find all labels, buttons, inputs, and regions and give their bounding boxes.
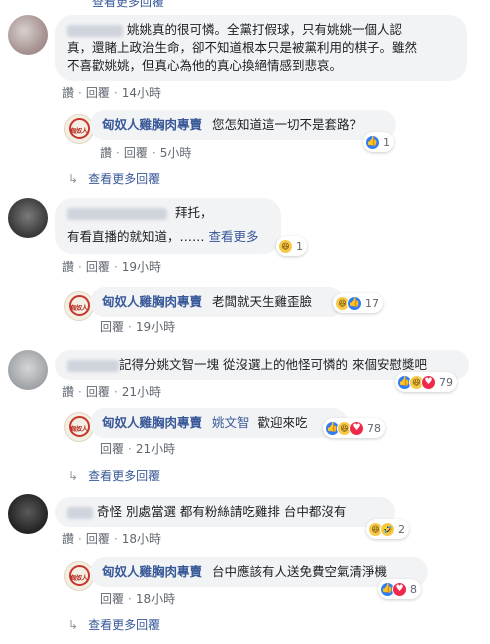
reaction-summary[interactable]: 😆 👍 17	[333, 293, 383, 313]
reaction-count: 78	[367, 421, 381, 435]
replier-name[interactable]: 匈奴人雞胸肉專賣	[102, 415, 202, 430]
love-reaction-icon: ♥	[421, 374, 436, 390]
reply-link[interactable]: 回覆	[86, 84, 110, 101]
page-avatar-logo[interactable]: 匈奴人	[64, 412, 94, 442]
timestamp[interactable]: 14小時	[122, 84, 161, 101]
avatar[interactable]	[8, 350, 48, 390]
logo-text: 匈奴人	[70, 575, 88, 582]
page-avatar-logo[interactable]: 匈奴人	[64, 291, 94, 321]
reply-link[interactable]: 回覆	[86, 383, 110, 400]
comment-actions: 讚 · 回覆 · 21小時	[62, 383, 161, 400]
reply-link[interactable]: 回覆	[100, 318, 124, 335]
timestamp[interactable]: 21小時	[122, 383, 161, 400]
reaction-summary[interactable]: 👍 😆 ♥ 78	[323, 418, 385, 438]
avatar[interactable]	[8, 198, 48, 238]
like-reaction-icon: 👍	[347, 295, 362, 311]
reply-link[interactable]: 回覆	[100, 590, 124, 607]
comment-line: 真，還賭上政治生命，卻不知道根本只是被黨利用的棋子。雖然	[67, 40, 418, 55]
reply-link[interactable]: 回覆	[86, 258, 110, 275]
blurred-commenter-name[interactable]	[67, 506, 93, 519]
reply-text: 台中應該有人送免費空氣清淨機	[212, 564, 388, 579]
replier-name[interactable]: 匈奴人雞胸肉專賣	[102, 294, 202, 309]
reaction-count: 1	[296, 239, 303, 253]
replier-name[interactable]: 匈奴人雞胸肉專賣	[102, 117, 202, 132]
reply-link[interactable]: 回覆	[100, 440, 124, 457]
like-link[interactable]: 讚	[62, 258, 74, 275]
reply-bubble: 匈奴人雞胸肉專賣 您怎知道這一切不是套路？	[90, 110, 396, 140]
reaction-summary[interactable]: 😆 🤣 2	[366, 519, 409, 539]
reaction-summary[interactable]: 😆 1	[276, 236, 307, 256]
see-more-replies-top[interactable]: 查看更多回覆	[92, 0, 164, 10]
reply-link[interactable]: 回覆	[86, 530, 110, 547]
page-avatar-logo[interactable]: 匈奴人	[64, 561, 94, 591]
like-link[interactable]: 讚	[62, 84, 74, 101]
reply-arrow-icon: ↳	[68, 618, 79, 632]
mention-link[interactable]: 姚文智	[212, 415, 250, 430]
reaction-count: 2	[398, 522, 405, 536]
reply-bubble: 匈奴人雞胸肉專賣 老闆就天生雞歪臉	[90, 287, 344, 317]
reply-bubble: 匈奴人雞胸肉專賣 姚文智 歡迎來吃	[90, 408, 348, 438]
comment-actions: 讚 · 回覆 · 18小時	[62, 530, 161, 547]
logo-text: 匈奴人	[70, 305, 88, 312]
replier-name[interactable]: 匈奴人雞胸肉專賣	[102, 564, 202, 579]
reaction-count: 17	[365, 296, 379, 310]
see-more-replies[interactable]: ↳ 查看更多回覆	[68, 467, 160, 484]
like-link[interactable]: 讚	[62, 383, 74, 400]
timestamp[interactable]: 5小時	[160, 144, 192, 161]
comment-bubble: 姚姚真的很可憐。全黨打假球，只有姚姚一個人認 真，還賭上政治生命，卻不知道根本只…	[55, 15, 467, 81]
comment-line: 姚姚真的很可憐。全黨打假球，只有姚姚一個人認	[67, 21, 455, 39]
reaction-summary[interactable]: 👍 😆 ♥ 79	[395, 372, 457, 392]
reply-text: 歡迎來吃	[257, 415, 308, 430]
comment-bubble: 奇怪 別處當選 都有粉絲請吃雞排 台中都沒有	[55, 497, 395, 527]
reply-actions: 回覆 · 19小時	[100, 318, 176, 335]
reaction-summary[interactable]: 👍 ♥ 8	[378, 579, 421, 599]
like-link[interactable]: 讚	[100, 144, 112, 161]
reply-arrow-icon: ↳	[68, 469, 79, 483]
reaction-count: 1	[383, 135, 390, 149]
comment-line: 不喜歡姚姚，但真心為他的真心換絕情感到悲哀。	[67, 58, 343, 73]
comment-line: 有看直播的就知道，…… 查看更多	[67, 229, 259, 244]
blurred-commenter-name[interactable]	[67, 207, 167, 220]
blurred-commenter-name[interactable]	[67, 359, 119, 372]
reply-link[interactable]: 回覆	[124, 144, 148, 161]
see-more-replies[interactable]: ↳ 查看更多回覆	[68, 170, 160, 187]
see-more-link[interactable]: 查看更多	[209, 229, 259, 244]
timestamp[interactable]: 18小時	[136, 590, 175, 607]
see-more-replies[interactable]: ↳ 查看更多回覆	[68, 616, 160, 633]
timestamp[interactable]: 19小時	[122, 258, 161, 275]
reply-actions: 回覆 · 18小時	[100, 590, 176, 607]
reaction-summary[interactable]: 👍 1	[363, 132, 394, 152]
haha-reaction-icon: 😆	[278, 238, 293, 254]
timestamp[interactable]: 21小時	[136, 440, 175, 457]
like-reaction-icon: 👍	[365, 134, 380, 150]
comment-line: 拜托，	[67, 204, 269, 222]
reaction-count: 79	[439, 375, 453, 389]
reply-bubble: 匈奴人雞胸肉專賣 台中應該有人送免費空氣清淨機	[90, 557, 428, 587]
blurred-commenter-name[interactable]	[67, 24, 123, 37]
love-reaction-icon: ♥	[349, 420, 364, 436]
timestamp[interactable]: 19小時	[136, 318, 175, 335]
reply-actions: 讚 · 回覆 · 5小時	[100, 144, 192, 161]
comment-actions: 讚 · 回覆 · 19小時	[62, 258, 161, 275]
logo-text: 匈奴人	[70, 426, 88, 433]
rofl-reaction-icon: 🤣	[380, 521, 395, 537]
page-avatar-logo[interactable]: 匈奴人	[64, 114, 94, 144]
reply-text: 老闆就天生雞歪臉	[212, 294, 313, 309]
love-reaction-icon: ♥	[392, 581, 407, 597]
comment-bubble: 拜托， 有看直播的就知道，…… 查看更多	[55, 198, 281, 254]
comment-actions: 讚 · 回覆 · 14小時	[62, 84, 161, 101]
like-link[interactable]: 讚	[62, 530, 74, 547]
timestamp[interactable]: 18小時	[122, 530, 161, 547]
reply-arrow-icon: ↳	[68, 172, 79, 186]
avatar[interactable]	[8, 15, 48, 55]
logo-text: 匈奴人	[70, 128, 88, 135]
reply-text: 您怎知道這一切不是套路？	[212, 117, 363, 132]
avatar[interactable]	[8, 494, 48, 534]
reaction-count: 8	[410, 582, 417, 596]
reply-actions: 回覆 · 21小時	[100, 440, 176, 457]
